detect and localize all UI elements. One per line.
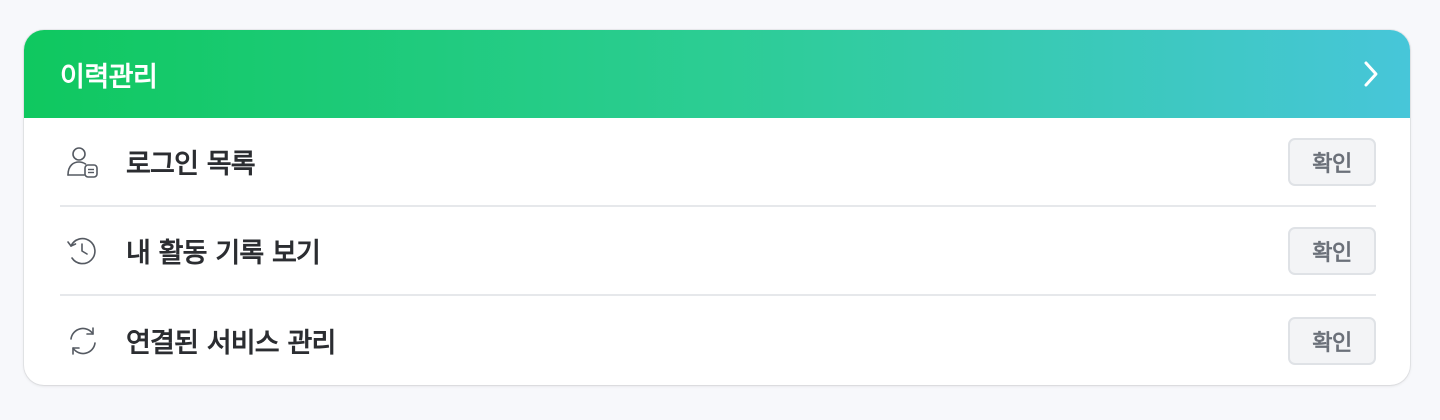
history-management-card: 이력관리 로그인 목록 확인 내 활동 기록 보기 확인 연결된 서비스 관리 … (24, 30, 1410, 385)
list-item-login-list[interactable]: 로그인 목록 확인 (60, 118, 1376, 207)
card-header[interactable]: 이력관리 (24, 30, 1410, 118)
history-icon (66, 234, 110, 268)
list-item-label: 내 활동 기록 보기 (126, 238, 321, 269)
sync-icon (66, 324, 110, 358)
user-list-icon (66, 145, 110, 179)
card-title: 이력관리 (60, 61, 158, 93)
confirm-button[interactable]: 확인 (1288, 137, 1376, 186)
list-item-label: 로그인 목록 (126, 149, 256, 180)
list-item-connected-services[interactable]: 연결된 서비스 관리 확인 (60, 296, 1376, 385)
list-item-activity-history[interactable]: 내 활동 기록 보기 확인 (60, 207, 1376, 296)
list-item-label: 연결된 서비스 관리 (126, 328, 336, 359)
confirm-button[interactable]: 확인 (1288, 316, 1376, 365)
chevron-right-icon[interactable] (1360, 59, 1382, 89)
confirm-button[interactable]: 확인 (1288, 226, 1376, 275)
history-list: 로그인 목록 확인 내 활동 기록 보기 확인 연결된 서비스 관리 확인 (24, 118, 1410, 385)
